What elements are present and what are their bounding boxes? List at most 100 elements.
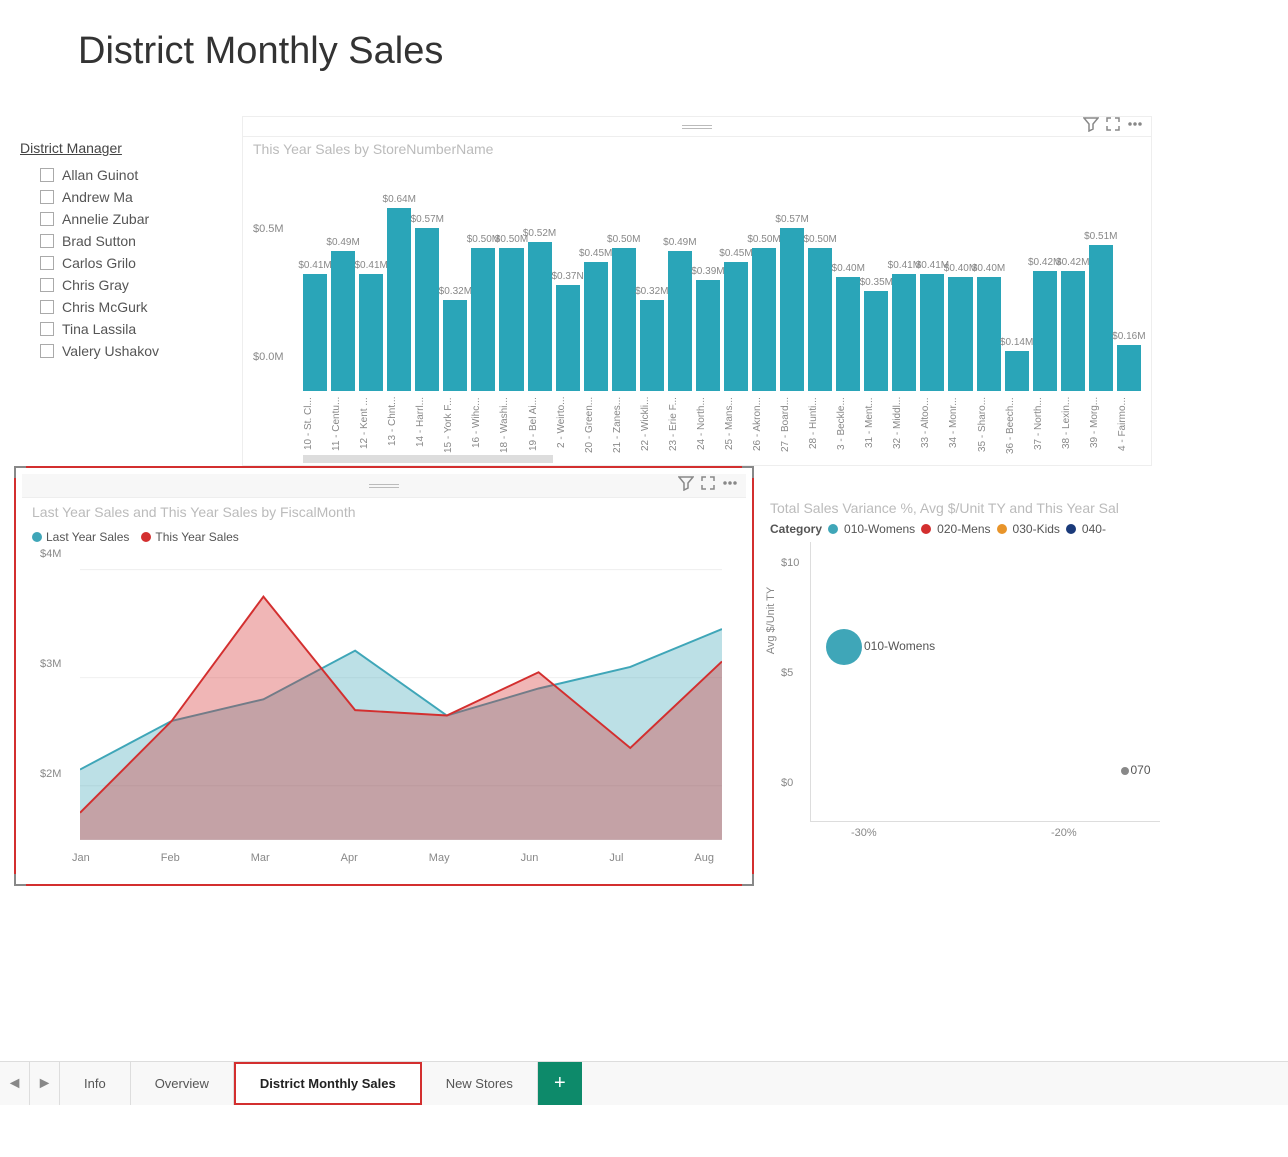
legend-label[interactable]: 030-Kids	[1013, 522, 1060, 536]
focus-mode-icon[interactable]	[1105, 116, 1121, 137]
bar[interactable]: $0.16M	[1117, 345, 1141, 391]
x-axis-tick: 31 - Ment...	[864, 397, 888, 477]
more-options-icon[interactable]	[1127, 116, 1143, 137]
x-axis-tick: 33 - Altoo...	[920, 397, 944, 477]
page-tab[interactable]: District Monthly Sales	[234, 1062, 422, 1105]
bar-value-label: $0.37N	[551, 271, 583, 282]
bar[interactable]: $0.14M	[1005, 351, 1029, 391]
slicer-checkbox[interactable]	[40, 256, 54, 270]
bar[interactable]: $0.40M	[977, 277, 1001, 391]
drag-handle-icon[interactable]	[369, 484, 399, 488]
scatter-point-label: 010-Womens	[864, 639, 935, 653]
x-axis-tick: Mar	[251, 852, 270, 864]
slicer-checkbox[interactable]	[40, 300, 54, 314]
scatter-point[interactable]	[1121, 767, 1129, 775]
slicer-item[interactable]: Chris McGurk	[14, 296, 224, 318]
bar[interactable]: $0.49M	[668, 251, 692, 391]
add-page-button[interactable]: +	[538, 1062, 582, 1105]
slicer-item[interactable]: Chris Gray	[14, 274, 224, 296]
drag-handle-icon[interactable]	[682, 125, 712, 129]
slicer-label: Valery Ushakov	[62, 343, 159, 359]
bar[interactable]: $0.57M	[415, 228, 439, 391]
bar[interactable]: $0.51M	[1089, 245, 1113, 391]
x-axis-tick: -20%	[1051, 827, 1077, 839]
bar[interactable]: $0.39M	[696, 280, 720, 391]
x-axis-tick: Apr	[341, 852, 358, 864]
line-chart-title: Last Year Sales and This Year Sales by F…	[22, 498, 746, 526]
bar[interactable]: $0.41M	[303, 274, 327, 391]
legend-label[interactable]: 020-Mens	[937, 522, 990, 536]
legend-dot-icon	[141, 532, 151, 542]
page-tab[interactable]: Overview	[131, 1062, 234, 1105]
bar[interactable]: $0.50M	[752, 248, 776, 391]
bar[interactable]: $0.57M	[780, 228, 804, 391]
bar[interactable]: $0.42M	[1061, 271, 1085, 391]
bar-value-label: $0.42M	[1056, 257, 1089, 268]
focus-mode-icon[interactable]	[700, 475, 716, 496]
bar[interactable]: $0.50M	[471, 248, 495, 391]
slicer-item[interactable]: Carlos Grilo	[14, 252, 224, 274]
more-options-icon[interactable]	[722, 475, 738, 496]
bar[interactable]: $0.50M	[612, 248, 636, 391]
bar[interactable]: $0.50M	[499, 248, 523, 391]
page-title: District Monthly Sales	[0, 0, 1288, 83]
scatter-chart-visual[interactable]: Total Sales Variance %, Avg $/Unit TY an…	[770, 500, 1160, 850]
legend-label[interactable]: 040-	[1082, 522, 1106, 536]
x-axis-tick: 4 - Fairmo...	[1117, 397, 1141, 477]
slicer-item[interactable]: Tina Lassila	[14, 318, 224, 340]
bar[interactable]: $0.41M	[892, 274, 916, 391]
legend-label: Last Year Sales	[46, 530, 129, 544]
x-axis-tick: 2 - Weirto...	[556, 397, 580, 477]
bar[interactable]: $0.32M	[443, 300, 467, 391]
slicer-checkbox[interactable]	[40, 322, 54, 336]
line-chart-visual-selected[interactable]: Last Year Sales and This Year Sales by F…	[14, 466, 754, 886]
legend-label[interactable]: 010-Womens	[844, 522, 915, 536]
slicer-item[interactable]: Brad Sutton	[14, 230, 224, 252]
slicer-checkbox[interactable]	[40, 168, 54, 182]
filter-icon[interactable]	[678, 475, 694, 496]
slicer-checkbox[interactable]	[40, 344, 54, 358]
bar[interactable]: $0.35M	[864, 291, 888, 391]
x-axis-tick: Jun	[521, 852, 539, 864]
x-axis-tick: 24 - North...	[696, 397, 720, 477]
page-tab[interactable]: Info	[60, 1062, 131, 1105]
horizontal-scrollbar[interactable]	[303, 455, 553, 463]
slicer-item[interactable]: Allan Guinot	[14, 164, 224, 186]
legend-item[interactable]: This Year Sales	[141, 530, 238, 544]
bar[interactable]: $0.40M	[948, 277, 972, 391]
slicer-checkbox[interactable]	[40, 212, 54, 226]
bar[interactable]: $0.52M	[528, 242, 552, 391]
bar-value-label: $0.57M	[411, 214, 444, 225]
bar-chart-visual[interactable]: This Year Sales by StoreNumberName $0.5M…	[242, 116, 1152, 466]
slicer-checkbox[interactable]	[40, 190, 54, 204]
tab-prev-button[interactable]: ◄	[0, 1062, 30, 1105]
scatter-chart-title: Total Sales Variance %, Avg $/Unit TY an…	[770, 500, 1160, 516]
scatter-point[interactable]	[826, 629, 862, 665]
bar[interactable]: $0.32M	[640, 300, 664, 391]
bar[interactable]: $0.41M	[359, 274, 383, 391]
x-axis-tick: 19 - Bel Ai...	[528, 397, 552, 477]
legend-dot-icon	[921, 524, 931, 534]
bar[interactable]: $0.50M	[808, 248, 832, 391]
slicer-item[interactable]: Annelie Zubar	[14, 208, 224, 230]
bar[interactable]: $0.49M	[331, 251, 355, 391]
page-tab[interactable]: New Stores	[422, 1062, 538, 1105]
bar[interactable]: $0.64M	[387, 208, 411, 391]
slicer-item[interactable]: Valery Ushakov	[14, 340, 224, 362]
slicer-checkbox[interactable]	[40, 278, 54, 292]
slicer-item[interactable]: Andrew Ma	[14, 186, 224, 208]
bar[interactable]: $0.40M	[836, 277, 860, 391]
bar[interactable]: $0.37N	[556, 285, 580, 391]
line-chart-plot: $4M $3M $2M	[40, 548, 732, 848]
scatter-y-axis-label: Avg $/Unit TY	[765, 586, 777, 653]
filter-icon[interactable]	[1083, 116, 1099, 137]
bar[interactable]: $0.45M	[724, 262, 748, 391]
bar[interactable]: $0.42M	[1033, 271, 1057, 391]
x-axis-tick: 20 - Green...	[584, 397, 608, 477]
bar[interactable]: $0.45M	[584, 262, 608, 391]
bar-value-label: $0.50M	[607, 234, 640, 245]
tab-next-button[interactable]: ►	[30, 1062, 60, 1105]
slicer-checkbox[interactable]	[40, 234, 54, 248]
bar[interactable]: $0.41M	[920, 274, 944, 391]
legend-item[interactable]: Last Year Sales	[32, 530, 129, 544]
